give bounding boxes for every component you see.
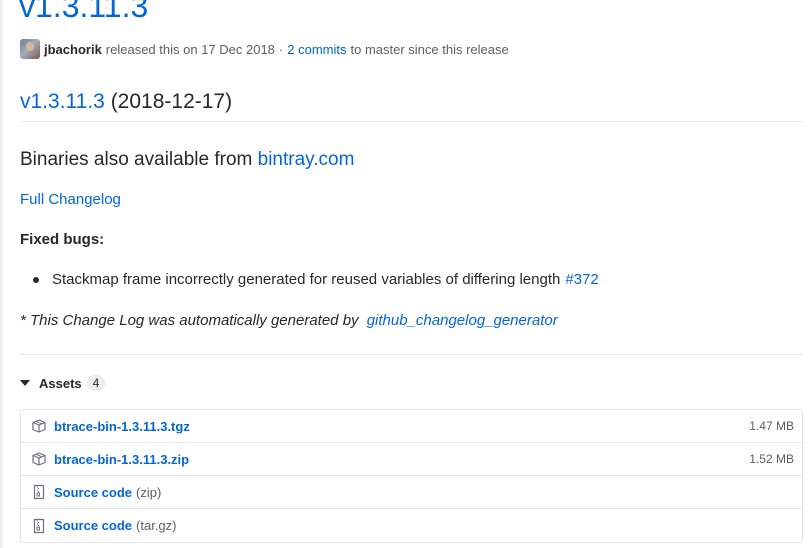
- asset-size: 1.52 MB: [749, 452, 794, 466]
- bug-text: Stackmap frame incorrectly generated for…: [52, 271, 561, 288]
- bullet-icon: [33, 277, 39, 283]
- source-format: (tar.gz): [136, 518, 177, 533]
- asset-link[interactable]: btrace-bin-1.3.11.3.zip: [54, 452, 189, 467]
- full-changelog-paragraph: Full Changelog: [20, 190, 121, 210]
- asset-size: 1.47 MB: [749, 419, 794, 433]
- assets-label: Assets: [39, 375, 82, 391]
- fixed-bugs-label: Fixed bugs:: [20, 231, 105, 248]
- release-meta: jbachorik released this on 17 Dec 2018 ·…: [20, 39, 509, 59]
- asset-row[interactable]: Source code (tar.gz): [21, 509, 802, 542]
- released-text: released this on 17 Dec 2018: [105, 41, 275, 57]
- source-format: (zip): [136, 484, 162, 500]
- bintray-link[interactable]: bintray.com: [258, 149, 355, 170]
- heading-divider: [20, 121, 803, 122]
- generated-note: * This Change Log was automatically gene…: [20, 311, 558, 331]
- commits-link[interactable]: 2 commits: [287, 42, 346, 57]
- bug-list-item: Stackmap frame incorrectly generated for…: [33, 270, 599, 290]
- heading-date: (2018-12-17): [110, 90, 233, 113]
- package-icon: [32, 452, 46, 466]
- author-link[interactable]: jbachorik: [44, 42, 102, 57]
- caret-down-icon: [20, 380, 30, 386]
- avatar[interactable]: [20, 39, 40, 59]
- binaries-text: Binaries also available from: [20, 149, 253, 170]
- assets-toggle[interactable]: Assets 4: [20, 374, 106, 392]
- source-code-link[interactable]: Source code: [54, 518, 132, 533]
- since-text: to master since this release: [350, 41, 509, 57]
- full-changelog-link[interactable]: Full Changelog: [20, 191, 121, 208]
- heading-version-link[interactable]: v1.3.11.3: [20, 90, 105, 113]
- file-zip-icon: [33, 484, 45, 500]
- left-border: [0, 0, 3, 548]
- meta-separator: ·: [278, 41, 284, 57]
- generator-link[interactable]: github_changelog_generator: [367, 312, 558, 329]
- issue-link[interactable]: #372: [565, 270, 598, 290]
- assets-divider: [20, 354, 803, 355]
- release-heading: v1.3.11.3 (2018-12-17): [20, 88, 232, 116]
- asset-list: btrace-bin-1.3.11.3.tgz 1.47 MB btrace-b…: [20, 409, 803, 543]
- assets-count-badge: 4: [86, 375, 106, 391]
- release-page: v1.3.11.3 jbachorik released this on 17 …: [0, 0, 809, 548]
- release-title[interactable]: v1.3.11.3: [19, 0, 148, 26]
- asset-row[interactable]: btrace-bin-1.3.11.3.zip 1.52 MB: [21, 443, 802, 476]
- generated-text: * This Change Log was automatically gene…: [20, 312, 359, 329]
- file-zip-icon: [33, 518, 45, 533]
- package-icon: [32, 419, 46, 433]
- source-code-link[interactable]: Source code: [54, 485, 132, 500]
- asset-row[interactable]: btrace-bin-1.3.11.3.tgz 1.47 MB: [21, 410, 802, 443]
- asset-row[interactable]: Source code (zip): [21, 476, 802, 509]
- binaries-heading: Binaries also available from bintray.com: [20, 147, 354, 173]
- asset-link[interactable]: btrace-bin-1.3.11.3.tgz: [54, 419, 190, 434]
